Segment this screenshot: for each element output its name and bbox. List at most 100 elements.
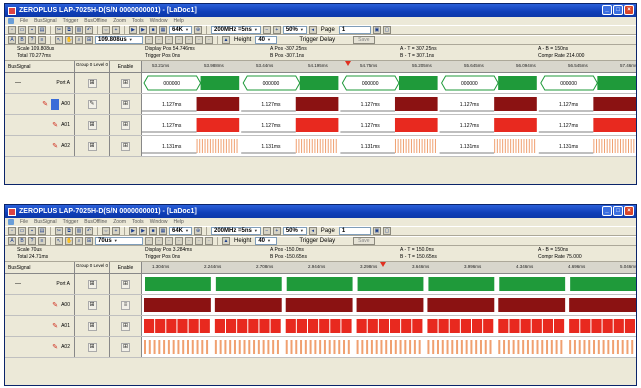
waveform-a00[interactable] bbox=[142, 295, 636, 315]
menu-item-busoffline[interactable]: BusOffline bbox=[84, 219, 107, 225]
time-per-div-select[interactable]: 70us ▼ bbox=[95, 237, 143, 245]
signal-name-cell[interactable]: ✎ A02 bbox=[5, 136, 75, 156]
waveform-a02[interactable]: 1.131ms 1.131ms 1.131ms 1.131ms 1.131ms bbox=[142, 136, 636, 156]
signal-name-cell[interactable]: — Port A bbox=[5, 274, 75, 294]
grid-icon[interactable]: ⊞ bbox=[87, 342, 97, 352]
menu-item-tools[interactable]: Tools bbox=[132, 219, 144, 225]
height-up-icon[interactable]: ▲ bbox=[222, 36, 230, 44]
stop-icon[interactable]: ■ bbox=[149, 227, 157, 235]
maximize-icon[interactable]: □ bbox=[613, 206, 623, 216]
print-icon[interactable]: ▤ bbox=[38, 227, 46, 235]
group-level-cell[interactable]: ⊞ bbox=[75, 274, 110, 294]
next-icon[interactable]: · bbox=[195, 237, 203, 245]
grid-icon[interactable]: ⊞ bbox=[87, 300, 97, 310]
close-icon[interactable]: × bbox=[624, 206, 634, 216]
enable-cell[interactable]: ⊞ bbox=[110, 316, 142, 336]
search-icon[interactable]: · bbox=[185, 36, 193, 44]
trigger-rise-icon[interactable]: · bbox=[165, 36, 173, 44]
menu-item-window[interactable]: Window bbox=[150, 18, 168, 24]
cursor-b-icon[interactable]: B bbox=[18, 237, 26, 245]
run-repeat-icon[interactable]: ▶ bbox=[139, 26, 147, 34]
prev-icon[interactable]: · bbox=[205, 36, 213, 44]
group-level-cell[interactable]: ⊞ bbox=[75, 337, 110, 357]
zoom-in-icon[interactable]: + bbox=[112, 26, 120, 34]
pencil-icon[interactable]: ✎ bbox=[52, 142, 58, 150]
zoom-fit-icon[interactable]: ⇔ bbox=[102, 227, 110, 235]
menu-item-trigger[interactable]: Trigger bbox=[63, 219, 79, 225]
signal-name-cell[interactable]: ✎ A02 bbox=[5, 337, 75, 357]
zoom-fit-icon[interactable]: ⇔ bbox=[102, 26, 110, 34]
zoom-window-icon[interactable]: ⌕ bbox=[75, 237, 83, 245]
grid-icon[interactable]: ⊞ bbox=[87, 78, 97, 88]
menu-item-zoom[interactable]: Zoom bbox=[113, 18, 126, 24]
zoom-window-icon[interactable]: ⌕ bbox=[75, 36, 83, 44]
menu-item-zoom[interactable]: Zoom bbox=[113, 219, 126, 225]
signal-name-cell[interactable]: ✎ A00 bbox=[5, 94, 75, 114]
group-level-cell[interactable]: ⊞ bbox=[75, 115, 110, 135]
collapse-icon[interactable]: — bbox=[15, 281, 21, 287]
time-ruler[interactable]: 1.304ms 2.244ms 2.708ms 2.944ms 3.298ms 3.646… bbox=[142, 262, 636, 273]
menu-item-file[interactable]: File bbox=[20, 219, 28, 225]
close-icon[interactable]: × bbox=[624, 5, 634, 15]
waveform-a01[interactable]: 1.127ms 1.127ms 1.127ms 1.127ms 1.127ms bbox=[142, 115, 636, 135]
run-icon[interactable]: ▶ bbox=[129, 26, 137, 34]
new-file-icon[interactable]: ▫ bbox=[8, 227, 16, 235]
enable-cell[interactable]: ⊞ bbox=[110, 94, 142, 114]
enable-cell[interactable]: ≡ bbox=[110, 295, 142, 315]
trigger-cursor-marker[interactable] bbox=[344, 61, 351, 66]
trigger-cursor-marker[interactable] bbox=[379, 262, 386, 267]
grid-icon[interactable]: ⊞ bbox=[87, 321, 97, 331]
list-icon[interactable]: ≡ bbox=[38, 237, 46, 245]
trigger-delay-save-button[interactable]: Save bbox=[353, 237, 375, 245]
grid-icon[interactable]: ⊞ bbox=[121, 342, 130, 352]
filter-icon[interactable]: · bbox=[145, 237, 153, 245]
find-icon[interactable]: ? bbox=[28, 237, 36, 245]
menu-item-bussignal[interactable]: BusSignal bbox=[34, 18, 57, 24]
cut-icon[interactable]: ✂ bbox=[55, 227, 63, 235]
grid-icon[interactable]: ⊞ bbox=[87, 120, 97, 130]
signal-name-cell[interactable]: ✎ A01 bbox=[5, 316, 75, 336]
trigger-fall-icon[interactable]: · bbox=[175, 36, 183, 44]
grid-icon[interactable]: ⊞ bbox=[87, 279, 97, 289]
grid-icon[interactable]: ⊞ bbox=[121, 78, 130, 88]
trigger-edge-icon[interactable]: · bbox=[155, 36, 163, 44]
unlock-icon[interactable]: ▢ bbox=[382, 26, 391, 34]
waveform-a00[interactable]: 1.127ms 1.127ms 1.127ms 1.127ms 1.127ms bbox=[142, 94, 636, 114]
copy-icon[interactable]: ⧉ bbox=[65, 227, 73, 235]
hand-icon[interactable]: ✋ bbox=[65, 237, 73, 245]
menu-item-help[interactable]: Help bbox=[173, 219, 183, 225]
height-up-icon[interactable]: ▲ bbox=[222, 237, 230, 245]
enable-cell[interactable]: ⊞ bbox=[110, 115, 142, 135]
menu-item-window[interactable]: Window bbox=[150, 219, 168, 225]
page-select[interactable]: 1 bbox=[338, 26, 371, 34]
grid-icon[interactable]: ⊞ bbox=[121, 321, 130, 331]
prev-icon[interactable]: · bbox=[205, 237, 213, 245]
menu-item-help[interactable]: Help bbox=[173, 18, 183, 24]
zoom-in-icon[interactable]: + bbox=[272, 227, 281, 235]
cut-icon[interactable]: ✂ bbox=[55, 26, 63, 34]
group-level-cell[interactable]: ⊞ bbox=[75, 295, 110, 315]
zoom-in-icon[interactable]: + bbox=[272, 26, 281, 34]
bus-icon[interactable]: ⊞ bbox=[85, 237, 93, 245]
run-icon[interactable]: ▶ bbox=[129, 227, 137, 235]
save-file-icon[interactable]: ▪ bbox=[28, 227, 36, 235]
new-file-icon[interactable]: ▫ bbox=[8, 26, 16, 34]
waveform-a02[interactable] bbox=[142, 337, 636, 357]
stop-icon[interactable]: ■ bbox=[149, 26, 157, 34]
zoom-out-icon[interactable]: − bbox=[262, 26, 271, 34]
find-icon[interactable]: ? bbox=[28, 36, 36, 44]
grid-icon[interactable]: ⊞ bbox=[87, 141, 97, 151]
memory-depth-select[interactable]: 64K ▼ bbox=[169, 227, 192, 235]
enable-cell[interactable]: ⊞ bbox=[110, 136, 142, 156]
signal-name-cell[interactable]: — Port A bbox=[5, 73, 75, 93]
pencil-icon[interactable]: ✎ bbox=[52, 301, 58, 309]
zoom-out-icon[interactable]: − bbox=[262, 227, 271, 235]
pencil-icon[interactable]: ✎ bbox=[87, 99, 97, 109]
pencil-icon[interactable]: ✎ bbox=[52, 343, 58, 351]
equals-icon[interactable]: ≡ bbox=[121, 300, 130, 310]
time-per-div-select[interactable]: 109.808us ▼ bbox=[95, 36, 143, 44]
list-icon[interactable]: ≡ bbox=[38, 36, 46, 44]
height-select[interactable]: 40 ▼ bbox=[255, 237, 278, 245]
lock-icon[interactable]: ▣ bbox=[372, 227, 381, 235]
height-select[interactable]: 40 ▼ bbox=[255, 36, 278, 44]
